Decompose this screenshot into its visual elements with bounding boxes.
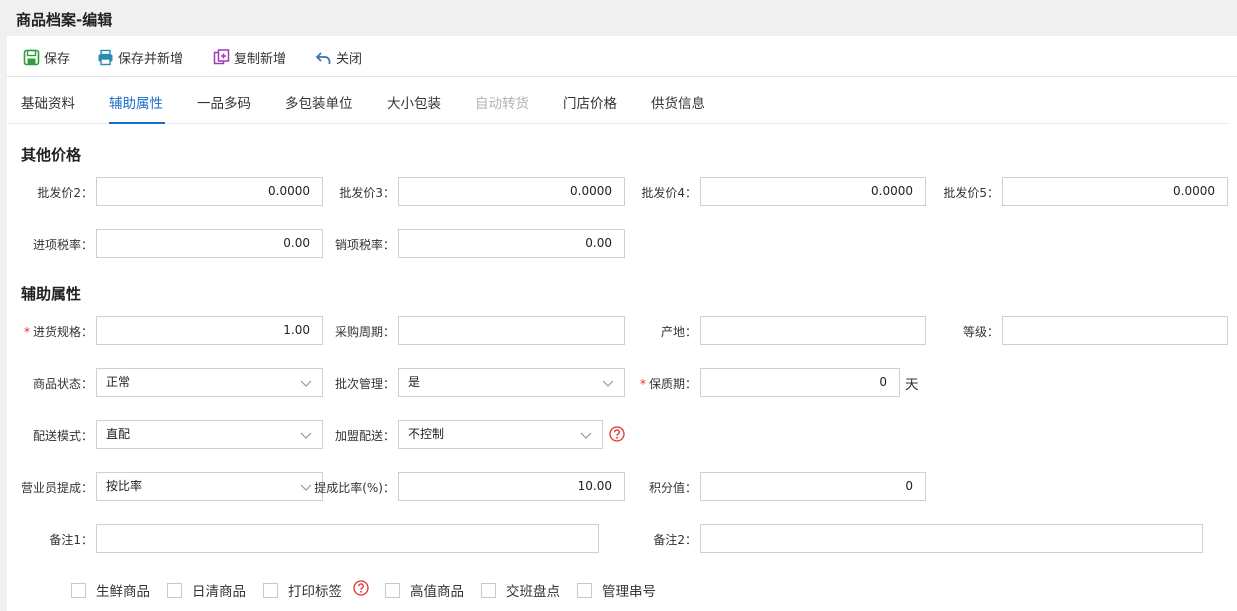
- points-input[interactable]: 0: [700, 472, 926, 501]
- commission-rate-label: 提成比率(%)：: [314, 481, 395, 495]
- note1-input[interactable]: [96, 524, 599, 553]
- checkbox-label: 生鲜商品: [96, 584, 150, 600]
- shelf-life-unit: 天: [905, 377, 919, 393]
- franchise-label: 加盟配送：: [334, 429, 395, 443]
- checkbox-box[interactable]: [167, 582, 182, 598]
- checkbox-label: 管理串号: [602, 584, 656, 600]
- batch-select[interactable]: 是: [398, 368, 625, 397]
- commission-label: 营业员提成：: [20, 481, 93, 495]
- input-tax-label: 进项税率：: [32, 238, 93, 252]
- input-tax-input[interactable]: 0.00: [96, 229, 323, 258]
- copy-new-button[interactable]: 复制新增: [213, 47, 286, 67]
- save-and-new-label: 保存并新增: [118, 51, 184, 67]
- tab-basic-info[interactable]: 基础资料: [21, 92, 75, 112]
- close-label: 关闭: [336, 51, 363, 67]
- points-label: 积分值：: [648, 481, 697, 495]
- purchase-spec-label: * 进货规格：: [7, 323, 93, 340]
- section-title-aux-attributes: 辅助属性: [21, 285, 82, 303]
- tab-auto-transfer: 自动转货: [475, 96, 529, 112]
- save-and-new-button[interactable]: 保存并新增: [97, 47, 183, 67]
- tab-bar: 基础资料 辅助属性 一品多码 多包装单位 大小包装 自动转货 门店价格 供货信息: [7, 78, 1229, 124]
- commission-value: 按比率: [106, 479, 143, 493]
- note1-label: 备注1：: [49, 533, 93, 547]
- purchase-cycle-label: 采购周期：: [334, 325, 395, 339]
- price2-input[interactable]: 0.0000: [96, 177, 323, 206]
- window-title: 商品档案-编辑: [16, 11, 113, 29]
- price2-label: 批发价2：: [37, 186, 93, 200]
- checkbox-high-value[interactable]: 高值商品: [385, 580, 464, 600]
- shelf-life-label: * 保质期：: [609, 375, 697, 392]
- save-label: 保存: [44, 51, 71, 67]
- toolbar: 保存 保存并新增 复制新增 关闭: [7, 36, 1237, 77]
- purchase-spec-input[interactable]: 1.00: [96, 316, 323, 345]
- checkbox-daily-clear[interactable]: 日清商品: [167, 580, 246, 600]
- checkbox-label: 交班盘点: [506, 584, 560, 600]
- help-icon[interactable]: [609, 426, 625, 442]
- printer-save-icon: [98, 49, 113, 65]
- note2-input[interactable]: [700, 524, 1203, 553]
- checkbox-label: 打印标签: [288, 584, 342, 600]
- undo-arrow-icon: [315, 51, 331, 64]
- grade-label: 等级：: [962, 325, 999, 339]
- batch-value: 是: [408, 375, 421, 389]
- grade-input[interactable]: [1002, 316, 1228, 345]
- save-button[interactable]: 保存: [23, 47, 70, 67]
- purchase-cycle-input[interactable]: [398, 316, 625, 345]
- checkbox-box[interactable]: [385, 582, 400, 598]
- origin-label: 产地：: [660, 325, 697, 339]
- checkbox-box[interactable]: [263, 582, 278, 598]
- batch-label: 批次管理：: [334, 377, 395, 391]
- save-icon: [23, 49, 40, 65]
- copy-new-label: 复制新增: [234, 51, 287, 67]
- tab-pack-size[interactable]: 大小包装: [387, 92, 441, 112]
- franchise-value: 不控制: [408, 427, 445, 441]
- origin-input[interactable]: [700, 316, 926, 345]
- price3-label: 批发价3：: [339, 186, 395, 200]
- franchise-select[interactable]: 不控制: [398, 420, 603, 449]
- checkbox-box[interactable]: [71, 582, 86, 598]
- delivery-mode-label: 配送模式：: [32, 429, 93, 443]
- tab-store-price[interactable]: 门店价格: [563, 92, 617, 112]
- status-value: 正常: [106, 375, 131, 389]
- tab-multi-pack-unit[interactable]: 多包装单位: [285, 92, 353, 112]
- price4-input[interactable]: 0.0000: [700, 177, 926, 206]
- section-title-other-prices: 其他价格: [21, 146, 82, 164]
- checkbox-box[interactable]: [577, 582, 592, 598]
- checkbox-label: 日清商品: [192, 584, 246, 600]
- tab-multi-barcode[interactable]: 一品多码: [197, 92, 251, 112]
- price5-label: 批发价5：: [943, 186, 999, 200]
- copy-icon: [213, 48, 230, 64]
- price4-label: 批发价4：: [641, 186, 697, 200]
- price3-input[interactable]: 0.0000: [398, 177, 625, 206]
- chevron-down-icon: [580, 432, 592, 439]
- checkbox-label: 高值商品: [410, 584, 464, 600]
- checkbox-serial-number[interactable]: 管理串号: [577, 580, 656, 600]
- purchase-spec-label-text: 进货规格：: [32, 325, 93, 339]
- note2-label: 备注2：: [653, 533, 697, 547]
- help-icon[interactable]: [353, 580, 369, 596]
- shelf-life-label-text: 保质期：: [648, 377, 697, 391]
- commission-rate-input[interactable]: 10.00: [398, 472, 625, 501]
- required-marker: *: [639, 377, 646, 391]
- active-tab-indicator: [109, 122, 165, 124]
- delivery-mode-value: 直配: [106, 427, 131, 441]
- price5-input[interactable]: 0.0000: [1002, 177, 1228, 206]
- status-label: 商品状态：: [32, 377, 93, 391]
- delivery-mode-select[interactable]: 直配: [96, 420, 323, 449]
- output-tax-label: 销项税率：: [334, 238, 395, 252]
- tab-supply-info[interactable]: 供货信息: [651, 92, 705, 112]
- tab-aux-attributes[interactable]: 辅助属性: [109, 92, 163, 112]
- commission-select[interactable]: 按比率: [96, 472, 323, 501]
- required-marker: *: [23, 325, 30, 339]
- checkbox-box[interactable]: [481, 582, 496, 598]
- checkbox-fresh-goods[interactable]: 生鲜商品: [71, 580, 150, 600]
- form-panel: 保存 保存并新增 复制新增 关闭 基础资料 辅助属性 一品多码 多包装单位 大小…: [7, 36, 1237, 611]
- output-tax-input[interactable]: 0.00: [398, 229, 625, 258]
- checkbox-print-label[interactable]: 打印标签: [263, 580, 342, 600]
- checkbox-shift-count[interactable]: 交班盘点: [481, 580, 560, 600]
- status-select[interactable]: 正常: [96, 368, 323, 397]
- window-titlebar: 商品档案-编辑: [0, 0, 1237, 36]
- close-button[interactable]: 关闭: [315, 47, 362, 67]
- shelf-life-input[interactable]: 0: [700, 368, 900, 397]
